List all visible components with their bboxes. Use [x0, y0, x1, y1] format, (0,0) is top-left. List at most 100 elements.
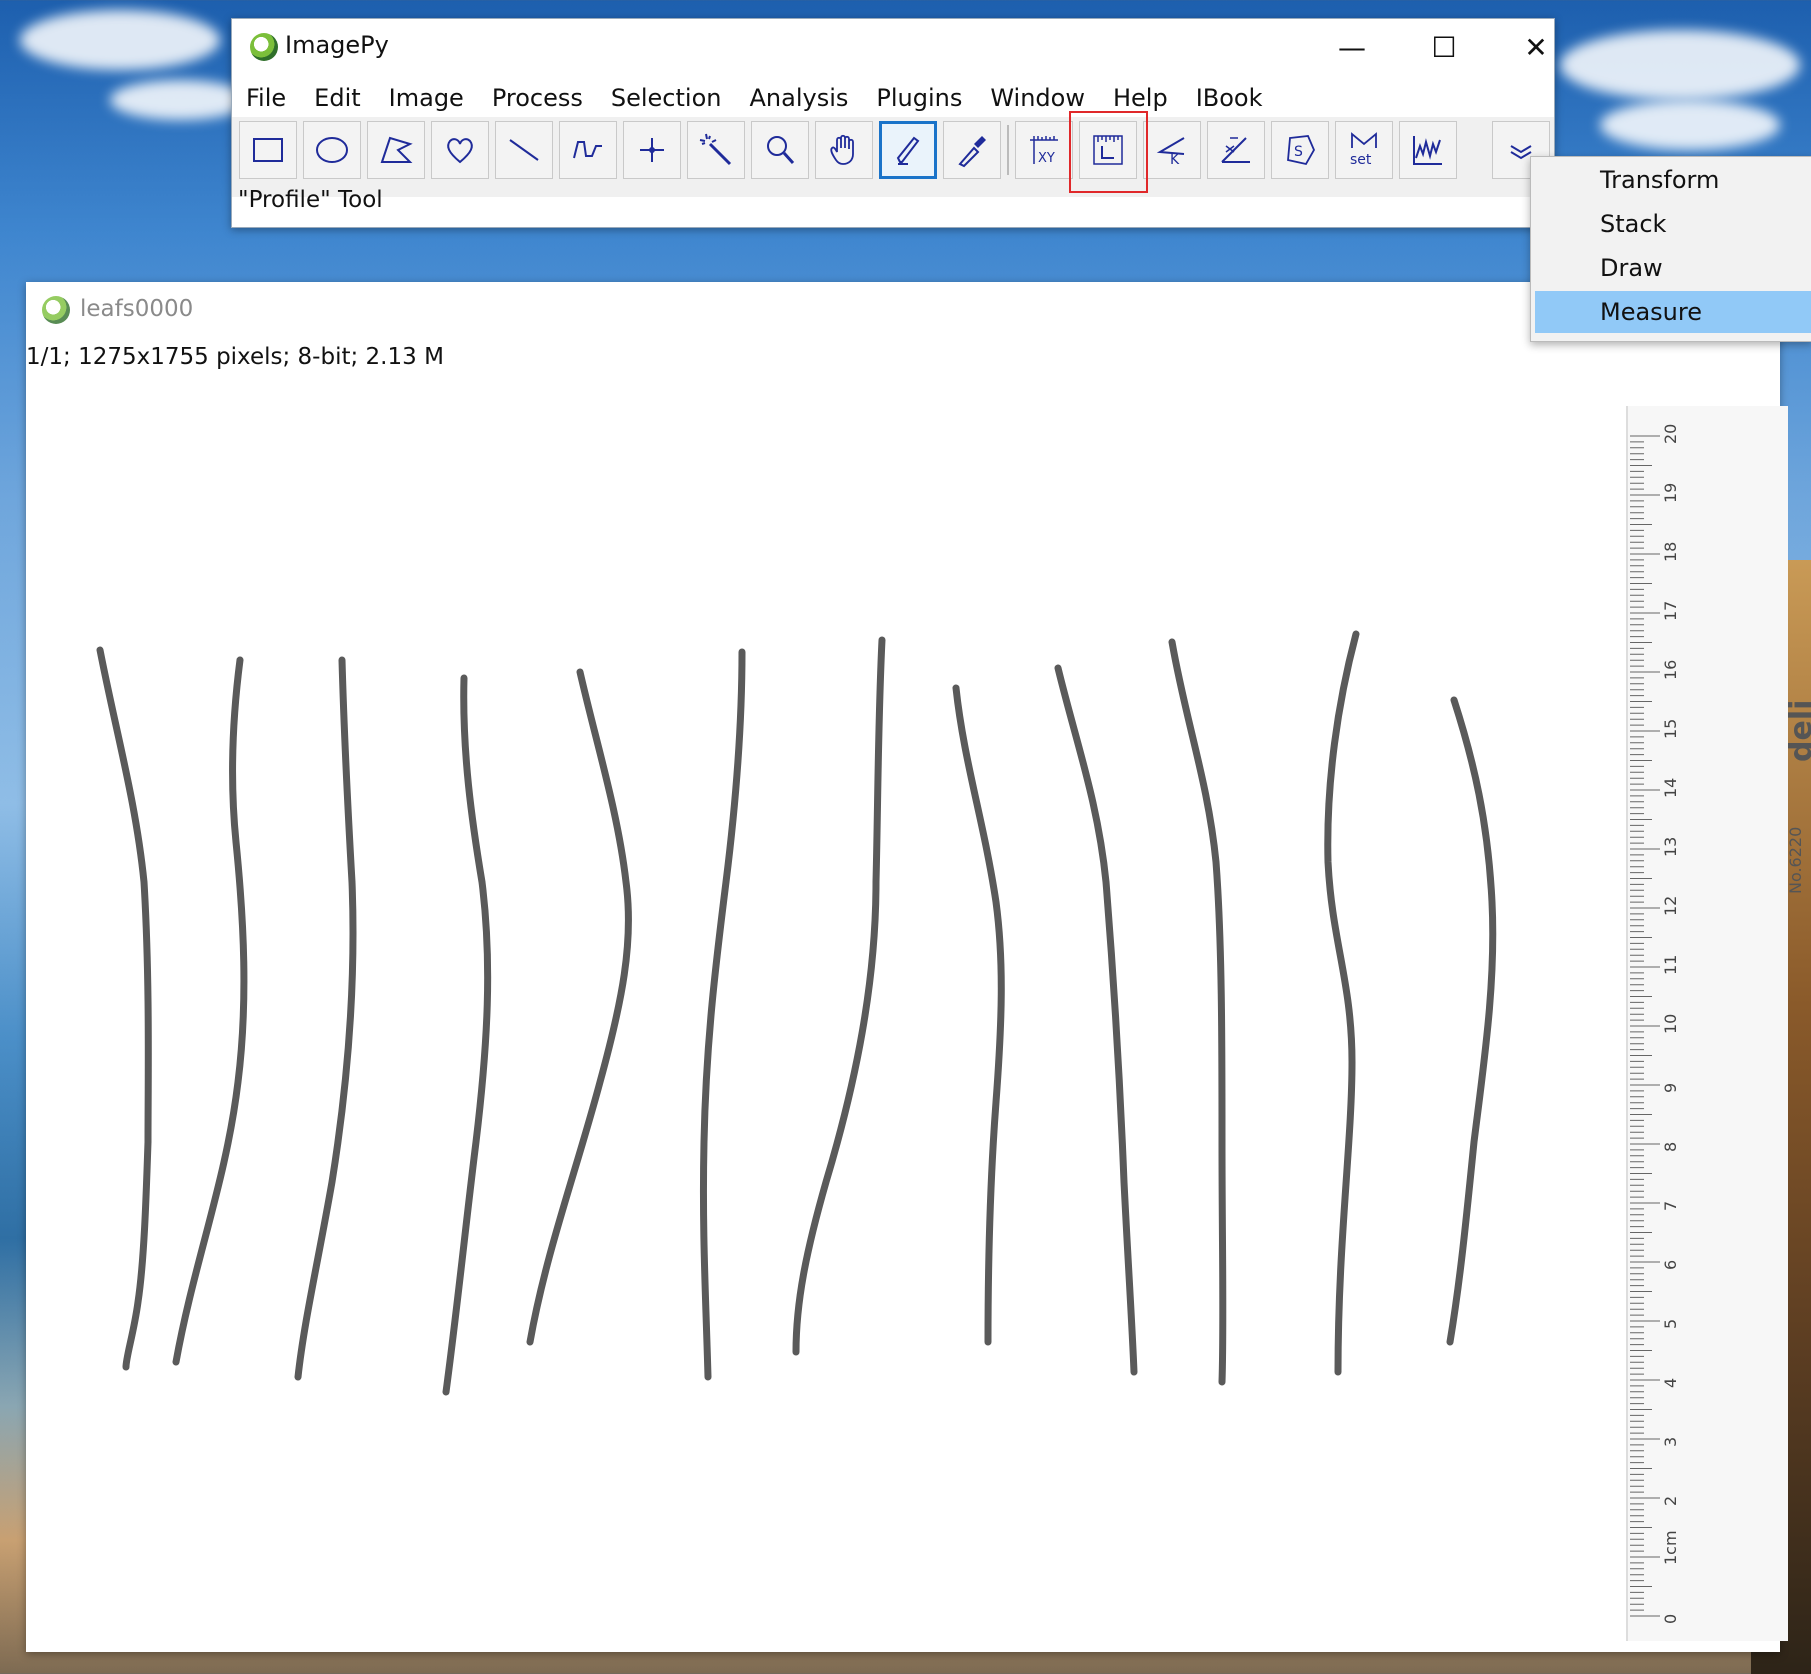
ruler-label: 14: [1661, 778, 1680, 798]
ellipse-tool[interactable]: [303, 121, 361, 179]
svg-text:XY: XY: [1038, 151, 1055, 166]
ruler-label: 4: [1661, 1378, 1680, 1388]
pencil-tool[interactable]: [879, 121, 937, 179]
menu-file[interactable]: File: [232, 81, 300, 115]
app-title: ImagePy: [285, 31, 389, 59]
ellipse-icon: [316, 137, 348, 163]
line-tool[interactable]: [495, 121, 553, 179]
point-tool[interactable]: [623, 121, 681, 179]
freehand-tool[interactable]: [431, 121, 489, 179]
background-cloud: [1560, 30, 1800, 100]
image-title-bar[interactable]: leafs0000: [26, 282, 1780, 332]
image-window: leafs0000 1/1; 1275x1755 pixels; 8-bit; …: [26, 282, 1811, 1652]
ruler-model: No.6220: [1786, 826, 1805, 894]
angle-k-icon: K: [1156, 137, 1185, 168]
tool-highlight-box: [1069, 111, 1148, 193]
ruler-label: 6: [1661, 1260, 1680, 1270]
maximize-button[interactable]: ☐: [1414, 27, 1474, 67]
menu-image[interactable]: Image: [375, 81, 478, 115]
menu-edit[interactable]: Edit: [300, 81, 374, 115]
svg-text:K: K: [1170, 152, 1180, 168]
ruler-ticks: 20 19 18 17 16 15 14 13 12 11 10 9 8 7 6 5 4 3 2 1cm 0: [1630, 424, 1680, 1624]
heart-icon: [447, 138, 473, 164]
zoom-tool[interactable]: [751, 121, 809, 179]
polygon-icon: [380, 136, 413, 163]
area-tool[interactable]: S: [1271, 121, 1329, 179]
angle-tool[interactable]: K: [1143, 121, 1201, 179]
background-cloud: [20, 10, 220, 70]
menu-option-draw[interactable]: Draw: [1535, 247, 1811, 289]
menu-bar: File Edit Image Process Selection Analys…: [232, 81, 1554, 115]
menu-selection[interactable]: Selection: [597, 81, 736, 115]
menu-ibook[interactable]: IBook: [1182, 81, 1277, 115]
setscale-tool[interactable]: set: [1335, 121, 1393, 179]
image-window-logo-icon: [42, 296, 70, 324]
menu-plugins[interactable]: Plugins: [862, 81, 976, 115]
toolbar: XY K S set: [232, 117, 1554, 197]
ruler-label: 16: [1661, 660, 1680, 680]
minimize-button[interactable]: —: [1322, 27, 1382, 67]
ruler-label: 12: [1661, 896, 1680, 916]
toolbar-dropdown-menu: Transform Stack Draw Measure: [1530, 156, 1811, 342]
polyline-tool[interactable]: [559, 121, 617, 179]
menu-help[interactable]: Help: [1099, 81, 1182, 115]
wand-tool[interactable]: [687, 121, 745, 179]
image-title: leafs0000: [80, 296, 194, 322]
area-s-icon: S: [1287, 135, 1316, 166]
ruler-label: 3: [1661, 1437, 1680, 1447]
menu-window[interactable]: Window: [976, 81, 1099, 115]
ruler-label: 15: [1661, 719, 1680, 739]
rectangle-tool[interactable]: [239, 121, 297, 179]
ruler-label: 11: [1661, 955, 1680, 975]
hand-icon: [830, 134, 854, 165]
dropper-icon: [958, 136, 986, 168]
ruler-label: 8: [1661, 1142, 1680, 1152]
ruler-label: 20: [1661, 424, 1680, 444]
angle-x-icon: [1221, 137, 1250, 163]
profile-tool[interactable]: [1399, 121, 1457, 179]
app-logo-icon: [250, 33, 278, 61]
coordinate-tool[interactable]: XY: [1015, 121, 1073, 179]
image-info: 1/1; 1275x1755 pixels; 8-bit; 2.13 M: [26, 344, 444, 370]
set-label: set: [1350, 152, 1372, 168]
magnifier-icon: [767, 136, 795, 165]
hand-tool[interactable]: [815, 121, 873, 179]
ruler-label: 1cm: [1661, 1530, 1680, 1565]
ruler-label: 17: [1661, 601, 1680, 621]
title-bar[interactable]: ImagePy — ☐ ✕: [232, 19, 1554, 79]
measurement-ruler: 20 19 18 17 16 15 14 13 12 11 10 9 8 7 6 5 4 3 2 1cm 0: [1626, 406, 1788, 1641]
menu-analysis[interactable]: Analysis: [735, 81, 862, 115]
profile-icon: [1413, 136, 1442, 165]
rectangle-icon: [253, 138, 283, 162]
ruler-label: 18: [1661, 542, 1680, 562]
ruler-label: 19: [1661, 483, 1680, 503]
menu-option-measure[interactable]: Measure: [1535, 291, 1811, 333]
polyline-icon: [573, 141, 602, 159]
menu-process[interactable]: Process: [478, 81, 597, 115]
status-text: "Profile" Tool: [238, 187, 383, 213]
ruler-label: 7: [1661, 1201, 1680, 1211]
line-icon: [509, 139, 539, 161]
xy-ruler-icon: XY: [1030, 136, 1058, 166]
image-canvas[interactable]: [26, 382, 1780, 1652]
pencil-icon: [896, 136, 920, 165]
ruler-label: 10: [1661, 1014, 1680, 1034]
menu-option-stack[interactable]: Stack: [1535, 203, 1811, 245]
ruler-label: 5: [1661, 1319, 1680, 1329]
set-scale-icon: set: [1350, 132, 1377, 168]
background-cloud: [1600, 100, 1780, 150]
polygon-tool[interactable]: [367, 121, 425, 179]
imagepy-main-window: ImagePy — ☐ ✕ File Edit Image Process Se…: [231, 18, 1555, 228]
slope-tool[interactable]: [1207, 121, 1265, 179]
ruler-label: 0: [1661, 1614, 1680, 1624]
svg-text:S: S: [1294, 144, 1303, 160]
picker-tool[interactable]: [943, 121, 1001, 179]
close-button[interactable]: ✕: [1506, 27, 1566, 67]
ruler-label: 13: [1661, 837, 1680, 857]
magic-wand-icon: [699, 133, 732, 166]
toolbar-separator: [1007, 125, 1009, 175]
background-cloud: [110, 80, 250, 120]
menu-option-transform[interactable]: Transform: [1535, 159, 1811, 201]
ruler-brand: deli得力: [1784, 699, 1811, 762]
ruler-label: 2: [1661, 1496, 1680, 1506]
